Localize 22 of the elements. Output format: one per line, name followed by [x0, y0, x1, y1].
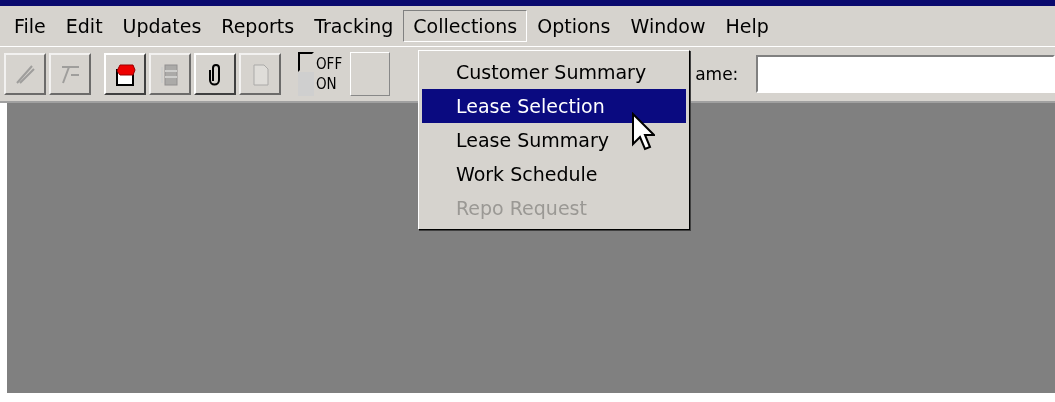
on-label: ON — [316, 74, 338, 94]
menu-option[interactable]: Lease Selection — [422, 89, 686, 123]
menu-item[interactable]: File — [4, 10, 56, 42]
menu-item[interactable]: Window — [620, 10, 716, 42]
menu-item[interactable]: Options — [527, 10, 621, 42]
menu-item[interactable]: Help — [715, 10, 779, 42]
toolbar-button[interactable] — [104, 53, 146, 95]
off-label: OFF — [316, 54, 343, 74]
toolbar-panel — [350, 52, 391, 96]
toolbar-button[interactable] — [194, 53, 236, 95]
menu-item[interactable]: Reports — [211, 10, 305, 42]
menu-option[interactable]: Customer Summary — [422, 55, 686, 89]
menu-item[interactable]: Updates — [112, 10, 212, 42]
menu-item[interactable]: Edit — [55, 10, 113, 42]
menu-option[interactable]: Lease Summary — [422, 123, 686, 157]
name-label: ame: — [695, 64, 739, 84]
menu-option[interactable]: Work Schedule — [422, 157, 686, 191]
menu-item[interactable]: Collections — [403, 10, 528, 42]
name-field[interactable] — [756, 55, 1055, 93]
menu-item[interactable]: Tracking — [304, 10, 404, 42]
mouse-pointer-icon — [631, 112, 655, 152]
toggle-switch[interactable] — [298, 52, 314, 96]
